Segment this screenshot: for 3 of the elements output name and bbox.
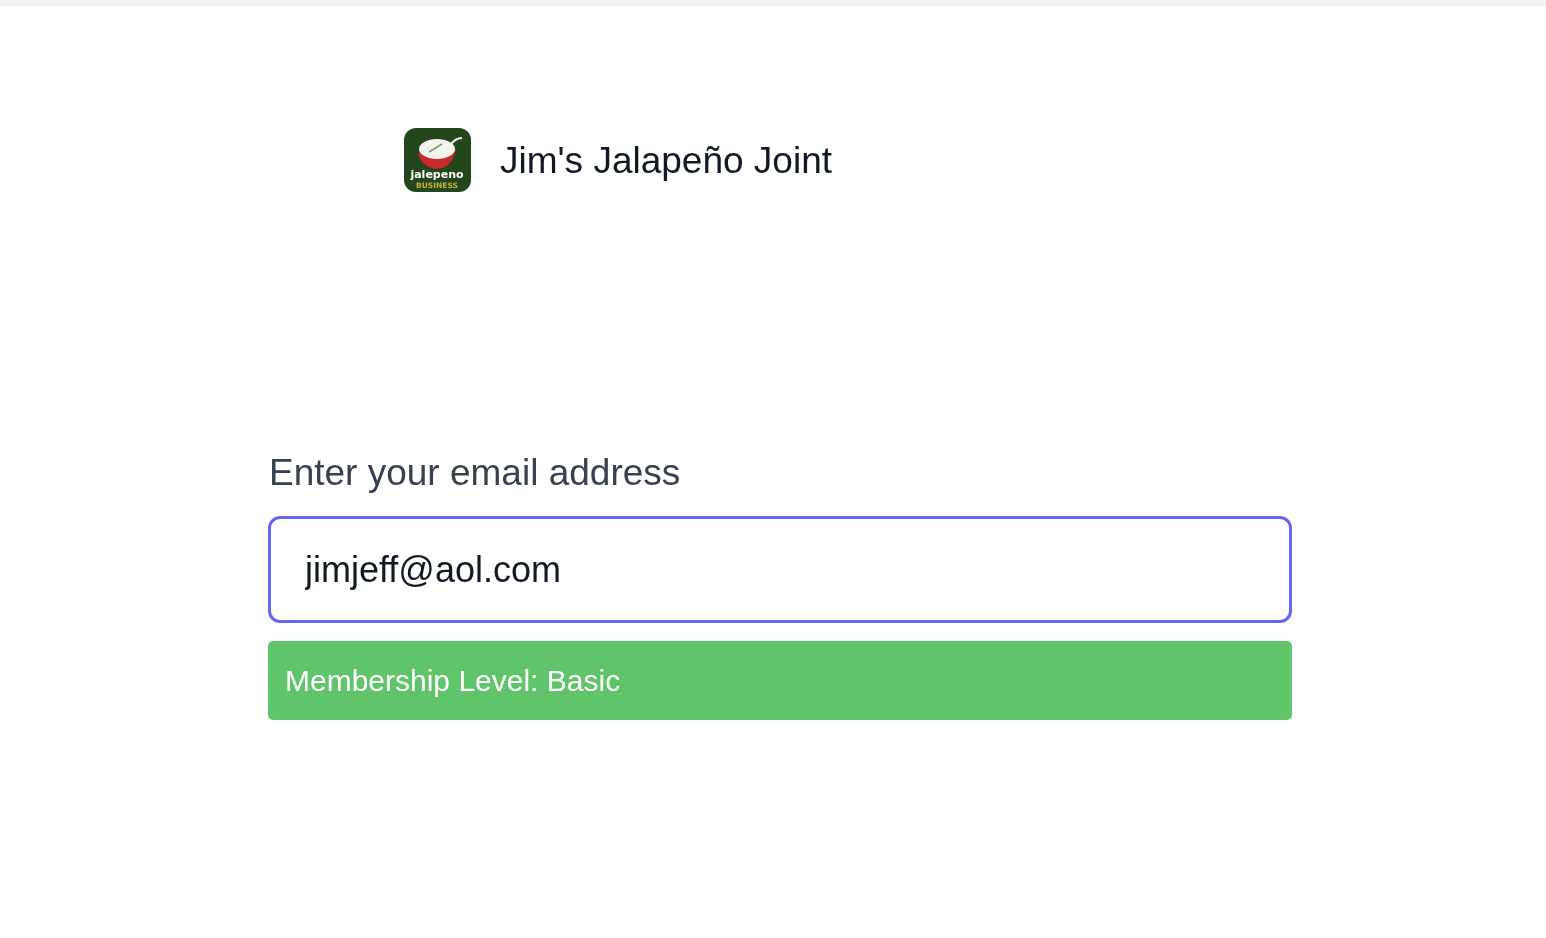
email-label: Enter your email address [268,454,682,491]
membership-banner: Membership Level: Basic [268,641,1292,720]
site-title: Jim's Jalapeño Joint [500,141,832,179]
